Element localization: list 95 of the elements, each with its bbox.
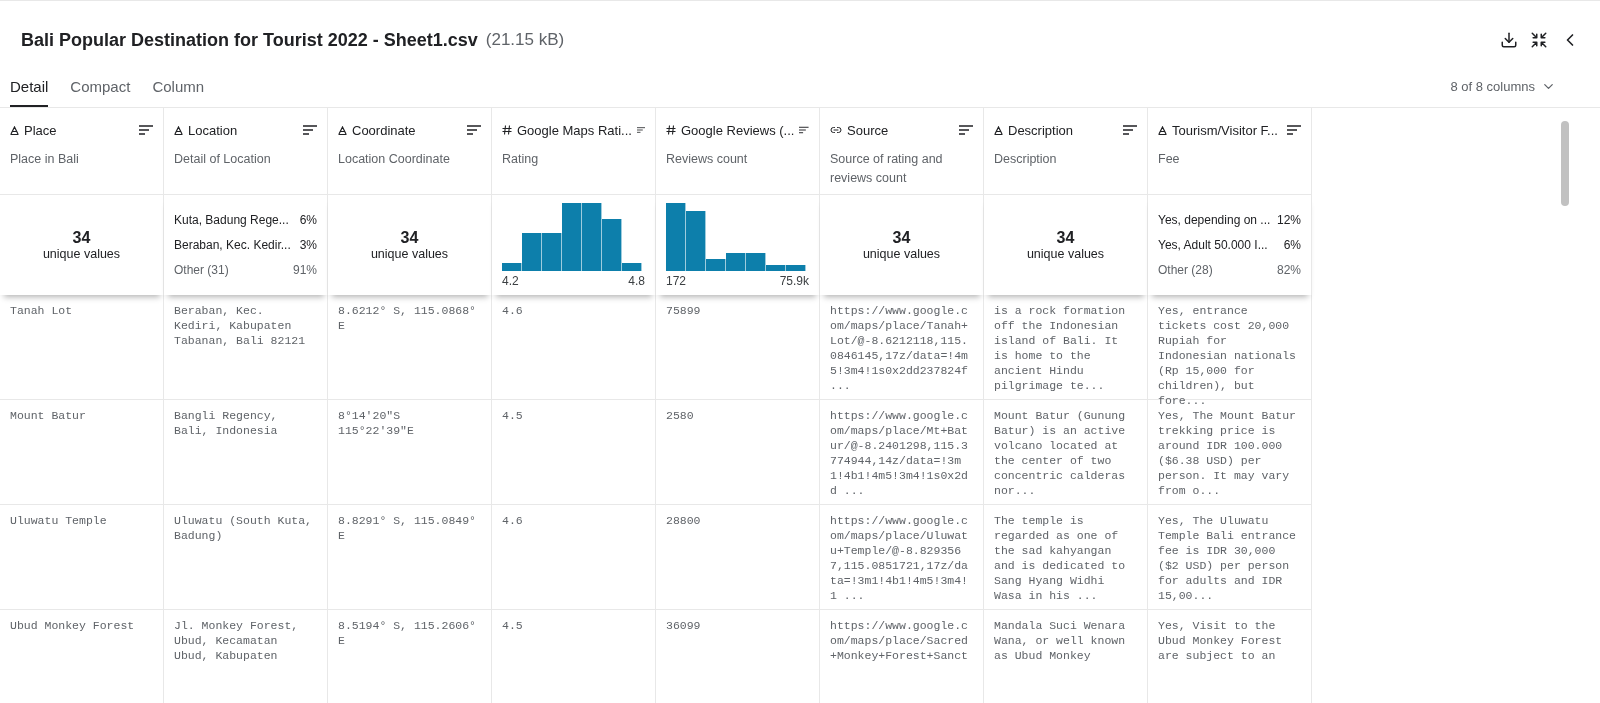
table-cell: 36099: [656, 610, 820, 703]
column-header[interactable]: Description: [984, 108, 1148, 144]
table-cell: https://www.google.com/maps/place/Mt+Batur/@-8.2401298,115.3774944,14z/data=!3m1!4b1!4m5!3m4!1s0x2dd ...: [820, 400, 984, 505]
table-cell: Ubud Monkey Forest: [0, 610, 164, 703]
sort-icon[interactable]: [1287, 125, 1301, 135]
hash-type-icon: [502, 125, 512, 135]
unique-label: unique values: [369, 247, 450, 261]
table-cell: Beraban, Kec. Kediri, Kabupaten Tabanan, Bali 82121: [164, 295, 328, 400]
sort-icon[interactable]: [799, 125, 809, 135]
table-cell: Mount Batur: [0, 400, 164, 505]
table-cell: 4.6: [492, 505, 656, 610]
column-name: Description: [1008, 122, 1074, 138]
value-share: 6%: [1283, 236, 1301, 254]
scrollbar-thumb[interactable]: [1561, 121, 1569, 206]
value-label: Other (31): [174, 261, 229, 279]
column-name: Place: [24, 122, 57, 138]
collapse-icon[interactable]: [1530, 31, 1548, 49]
sort-icon[interactable]: [303, 125, 317, 135]
value-share: 12%: [1276, 211, 1301, 229]
column-header[interactable]: Google Maps Rati...: [492, 108, 656, 144]
column-name: Google Maps Rati...: [517, 122, 632, 138]
table-cell: 8.5194° S, 115.2606° E: [328, 610, 492, 703]
column-name: Coordinate: [352, 122, 416, 138]
column-header[interactable]: Tourism/Visitor F...: [1148, 108, 1312, 144]
column-name: Source: [847, 122, 889, 138]
table-cell: 4.5: [492, 610, 656, 703]
table-cell: https://www.google.com/maps/place/Uluwatu+Temple/@-8.8293567,115.0851721,17z/data=!3m1!4b1!4m5!3m4!1 ...: [820, 505, 984, 610]
value-label: Kuta, Badung Rege...: [174, 211, 289, 229]
table-cell: https://www.google.com/maps/place/Tanah+Lot/@-8.6212118,115.0846145,17z/data=!4m5!3m4!1s0x2dd237824f ...: [820, 295, 984, 400]
table-cell: 8.6212° S, 115.0868° E: [328, 295, 492, 400]
table-cell: 28800: [656, 505, 820, 610]
text-type-icon: [10, 125, 19, 135]
column-header[interactable]: Coordinate: [328, 108, 492, 144]
unique-count: 34: [399, 229, 420, 247]
column-header[interactable]: Source: [820, 108, 984, 144]
view-tab[interactable]: Column: [152, 78, 205, 107]
text-type-icon: [174, 125, 183, 135]
range-min: 172: [666, 273, 687, 288]
view-tab[interactable]: Detail: [10, 78, 49, 107]
hash-type-icon: [666, 125, 676, 135]
table-cell: 4.6: [492, 295, 656, 400]
value-label: Beraban, Kec. Kedir...: [174, 236, 291, 254]
view-tab[interactable]: Compact: [70, 78, 131, 107]
column-name: Google Reviews (...: [681, 122, 795, 138]
sort-icon[interactable]: [467, 125, 481, 135]
table-cell: Uluwatu Temple: [0, 505, 164, 610]
table-cell: Uluwatu (South Kuta, Badung): [164, 505, 328, 610]
column-header[interactable]: Place: [0, 108, 164, 144]
table-cell: https://www.google.com/maps/place/Sacred+Monkey+Forest+Sanct: [820, 610, 984, 703]
table-cell: Yes, Visit to the Ubud Monkey Forest are subject to an: [1148, 610, 1312, 703]
table-cell: Mount Batur (Gunung Batur) is an active volcano located at the center of two concentric calderas nor...: [984, 400, 1148, 505]
sort-icon[interactable]: [139, 125, 153, 135]
sort-icon[interactable]: [636, 125, 645, 135]
table-cell: 75899: [656, 295, 820, 400]
value-share: 6%: [299, 211, 317, 229]
column-header[interactable]: Location: [164, 108, 328, 144]
unique-label: unique values: [41, 247, 122, 261]
column-name: Location: [188, 122, 238, 138]
sort-icon[interactable]: [1123, 125, 1137, 135]
table-cell: 4.5: [492, 400, 656, 505]
value-share: 82%: [1276, 261, 1301, 279]
dataset-title: Bali Popular Destination for Tourist 2022 - Sheet1.csv: [21, 29, 478, 51]
table-cell: Bangli Regency, Bali, Indonesia: [164, 400, 328, 505]
unique-count: 34: [891, 229, 912, 247]
value-share: 91%: [292, 261, 317, 279]
table-cell: 8°14'20"S 115°22'39"E: [328, 400, 492, 505]
column-name: Tourism/Visitor F...: [1172, 122, 1278, 138]
unique-label: unique values: [861, 247, 942, 261]
table-cell: 8.8291° S, 115.0849° E: [328, 505, 492, 610]
table-cell: Jl. Monkey Forest, Ubud, Kecamatan Ubud, Kabupaten: [164, 610, 328, 703]
table-cell: 2580: [656, 400, 820, 505]
file-size: (21.15 kB): [485, 30, 565, 50]
column-header[interactable]: Google Reviews (...: [656, 108, 820, 144]
table-cell: The temple is regarded as one of the sad kahyangan and is dedicated to Sang Hyang Widhi Wasa in his ...: [984, 505, 1148, 610]
value-share: 3%: [299, 236, 317, 254]
table-cell: Yes, The Uluwatu Temple Bali entrance fee is IDR 30,000 ($2 USD) per person for adults and IDR 15,00...: [1148, 505, 1312, 610]
text-type-icon: [1158, 125, 1167, 135]
download-icon[interactable]: [1500, 31, 1518, 49]
unique-count: 34: [71, 229, 92, 247]
range-max: 75.9k: [779, 273, 809, 288]
value-label: Other (28): [1158, 261, 1213, 279]
table-cell: is a rock formation off the Indonesian island of Bali. It is home to the ancient Hindu pilgrimage te...: [984, 295, 1148, 400]
unique-count: 34: [1055, 229, 1076, 247]
value-label: Yes, Adult 50.000 I...: [1158, 236, 1268, 254]
table-cell: Mandala Suci Wenara Wana, or well known as Ubud Monkey: [984, 610, 1148, 703]
value-label: Yes, depending on ...: [1158, 211, 1271, 229]
text-type-icon: [338, 125, 347, 135]
column-count-dropdown[interactable]: 8 of 8 columns: [1444, 78, 1562, 95]
unique-label: unique values: [1025, 247, 1106, 261]
table-cell: Tanah Lot: [0, 295, 164, 400]
range-min: 4.2: [502, 273, 519, 288]
link-type-icon: [830, 124, 842, 136]
sort-icon[interactable]: [959, 125, 973, 135]
range-max: 4.8: [628, 273, 645, 288]
text-type-icon: [994, 125, 1003, 135]
